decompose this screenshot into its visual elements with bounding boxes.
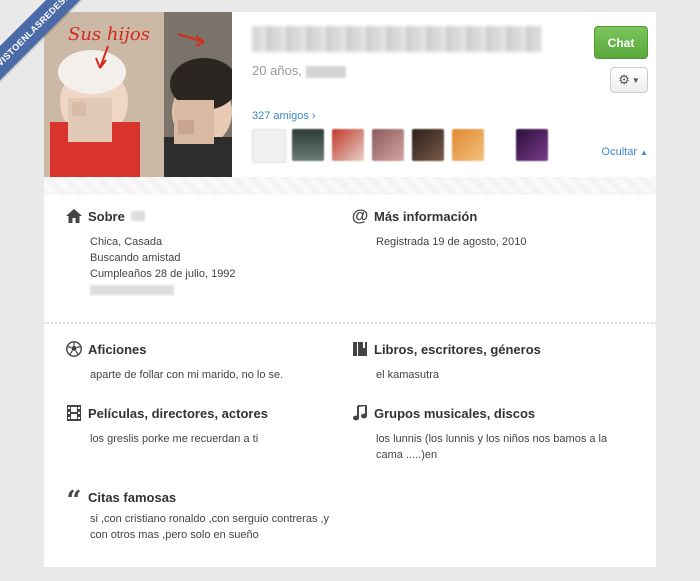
music-note-icon [352, 405, 368, 421]
movies-title: Películas, directores, actores [66, 405, 268, 421]
more-info-section: @ Más información Registrada 19 de agost… [351, 206, 632, 268]
music-section: Grupos musicales, discos los lunnis (los… [352, 405, 642, 475]
quote-icon: “ [66, 486, 82, 516]
movies-section: Películas, directores, actores los gresl… [66, 405, 336, 455]
friend-thumbnail[interactable] [372, 129, 404, 161]
about-title: Sobre [66, 208, 145, 224]
hobbies-body: aparte de follar con mi marido, no lo se… [90, 369, 284, 381]
friend-thumbnail[interactable] [452, 129, 484, 161]
books-body: el kamasutra [376, 369, 439, 381]
music-title: Grupos musicales, discos [352, 405, 535, 421]
friend-thumbnail[interactable] [332, 129, 364, 161]
music-body: los lunnis (los lunnis y los niños nos b… [376, 433, 608, 461]
books-section: Libros, escritores, géneros el kamasutra [352, 341, 642, 391]
books-title: Libros, escritores, géneros [352, 341, 541, 357]
about-section: Sobre Chica, Casada Buscando amistad Cum… [66, 208, 326, 308]
friend-thumbnail[interactable] [412, 129, 444, 161]
more-info-title: @ Más información [351, 206, 478, 225]
chevron-down-icon: ▼ [631, 75, 640, 85]
film-icon [66, 405, 82, 421]
hobbies-title: Aficiones [66, 341, 147, 357]
profile-name-blurred [252, 26, 542, 52]
more-info-body: Registrada 19 de agosto, 2010 [376, 236, 527, 248]
watermark-text: VISTOENLASREDES.com [0, 0, 90, 93]
quotes-title: “ Citas famosas [66, 486, 177, 516]
friends-link[interactable]: 327 amigos › [252, 110, 316, 122]
watermark-ribbon: VISTOENLASREDES.com [0, 0, 90, 106]
hobbies-section: Aficiones aparte de follar con mi marido… [66, 341, 336, 391]
quotes-body: si ,con cristiano ronaldo ,con serguio c… [90, 513, 330, 541]
profile-header: 20 años, Chat ⚙ ▼ 327 amigos › Ocultar ▲ [232, 12, 656, 177]
friend-thumbnail[interactable] [516, 129, 548, 161]
friend-thumbnail[interactable] [292, 129, 324, 161]
about-body: Chica, Casada Buscando amistad Cumpleaño… [90, 234, 236, 298]
at-icon: @ [351, 206, 369, 225]
chevron-up-icon: ▲ [640, 148, 648, 157]
chat-button[interactable]: Chat [594, 26, 648, 59]
book-icon [352, 341, 368, 357]
settings-button[interactable]: ⚙ ▼ [610, 67, 648, 93]
movies-body: los greslis porke me recuerdan a ti [90, 433, 259, 445]
hide-link[interactable]: Ocultar ▲ [602, 146, 648, 158]
gear-icon: ⚙ [618, 72, 630, 87]
header-divider [44, 177, 656, 195]
profile-age: 20 años, [252, 63, 346, 78]
friend-thumbnail[interactable] [252, 129, 286, 163]
home-icon [66, 208, 82, 224]
section-divider [44, 322, 656, 324]
soccer-ball-icon [66, 341, 82, 357]
quotes-section: “ Citas famosas si ,con cristiano ronald… [66, 485, 356, 555]
profile-card: Sus hijos 20 años, Chat ⚙ ▼ 327 amigos › [44, 12, 656, 567]
